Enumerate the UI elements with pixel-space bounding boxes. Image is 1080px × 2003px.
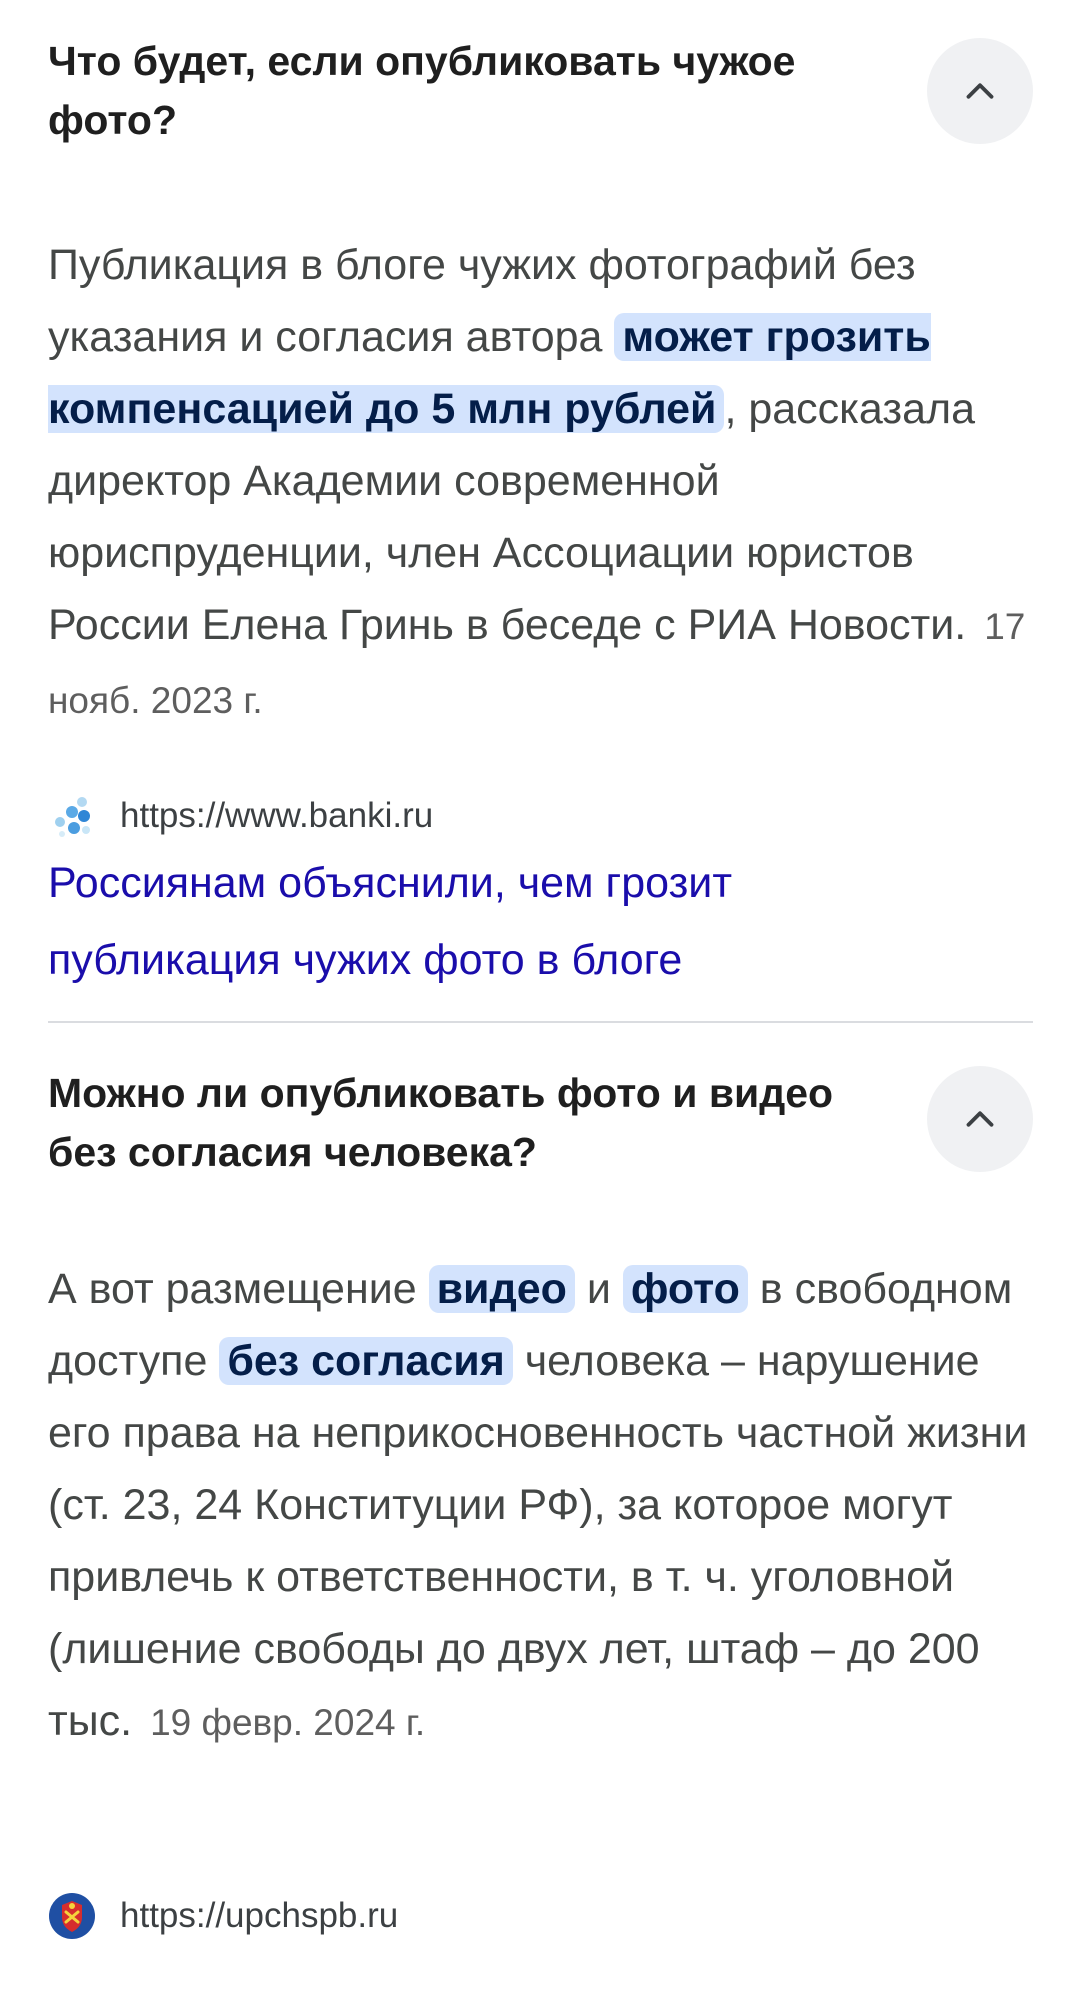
faq-toggle-1[interactable] <box>927 38 1033 144</box>
faq-answer-1: Публикация в блоге чужих фотографий без … <box>48 241 1026 721</box>
chevron-up-icon <box>966 1111 994 1127</box>
faq-question-1[interactable]: Что будет, если опубликовать чужое фото? <box>48 32 868 150</box>
divider <box>48 1021 1033 1023</box>
source-row-1[interactable]: https://www.banki.ru <box>48 792 433 840</box>
answer-date: 19 февр. 2024 г. <box>150 1702 426 1743</box>
banki-favicon-icon <box>55 797 90 837</box>
faq-toggle-2[interactable] <box>927 1066 1033 1172</box>
source-url: https://www.banki.ru <box>120 796 434 835</box>
faq-answer-2: А вот размещение видео и фото в свободно… <box>48 1265 1028 1745</box>
source-url: https://upchspb.ru <box>120 1896 399 1935</box>
search-results-page: Что будет, если опубликовать чужое фото?… <box>0 0 1080 2003</box>
chevron-up-icon <box>966 83 994 99</box>
answer-highlight: видео <box>428 1265 575 1313</box>
answer-highlight: без согласия <box>219 1337 513 1385</box>
source-row-2[interactable]: https://upchspb.ru <box>48 1892 398 1940</box>
result-link-title[interactable]: Россиянам объяснили, чем грозит публикац… <box>48 845 948 999</box>
upchspb-emblem-icon <box>49 1893 95 1939</box>
faq-question-2[interactable]: Можно ли опубликовать фото и видео без с… <box>48 1064 868 1182</box>
answer-highlight: фото <box>622 1265 748 1313</box>
